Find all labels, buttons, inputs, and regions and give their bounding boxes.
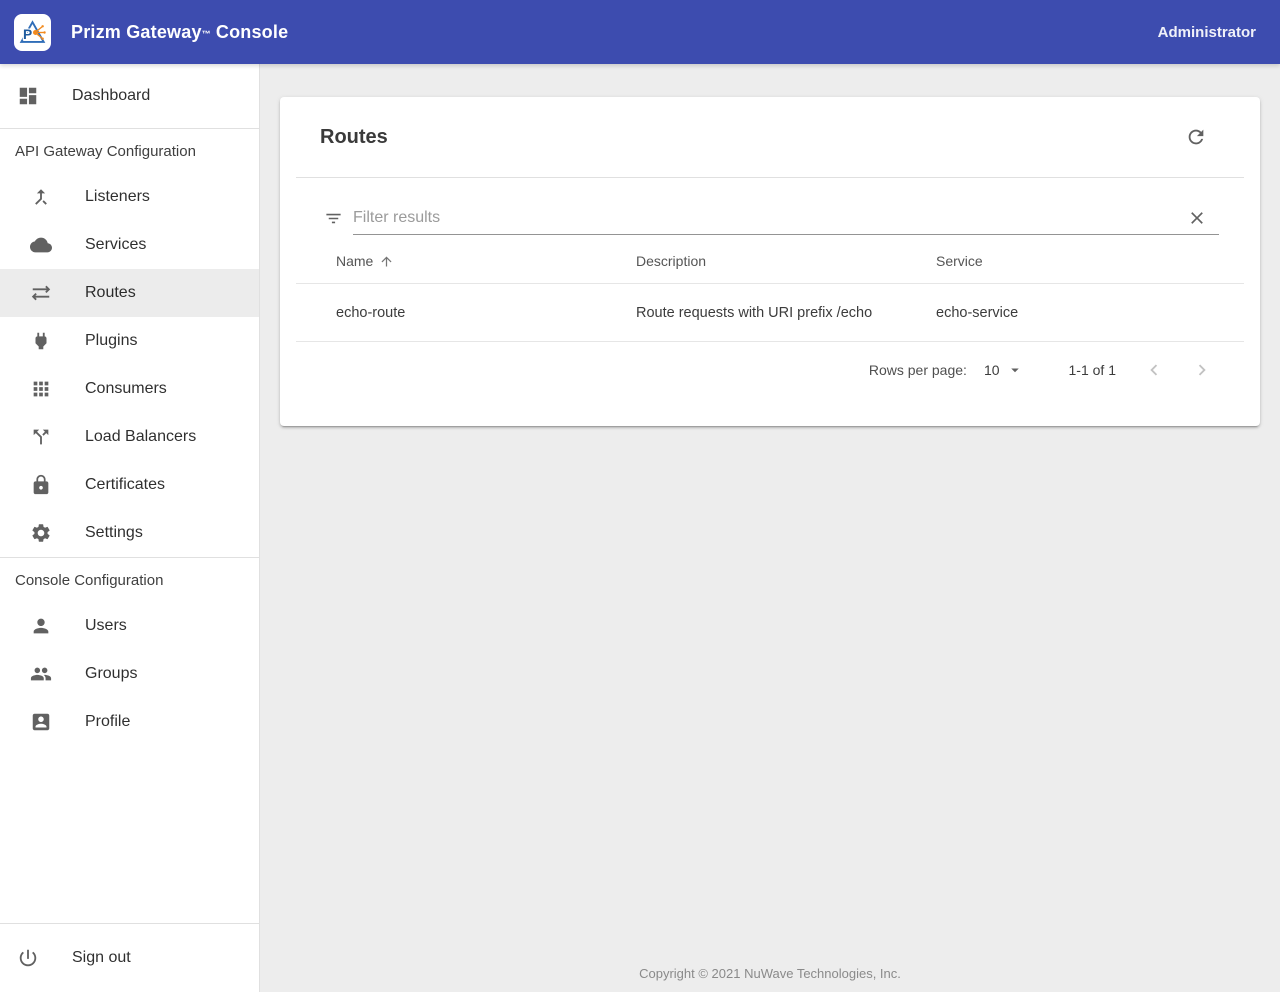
sidebar-item-label: Routes (85, 284, 136, 301)
column-header-name[interactable]: Name (336, 253, 394, 269)
svg-text:P: P (23, 26, 32, 41)
sidebar-item-label: Profile (85, 713, 131, 730)
rows-per-page-label: Rows per page: (868, 362, 967, 378)
route-service-cell: echo-service (936, 304, 1019, 321)
sidebar-item-listeners[interactable]: Listeners (0, 173, 259, 221)
sidebar-item-dashboard[interactable]: Dashboard (0, 72, 259, 120)
clear-filter-button[interactable] (1187, 208, 1207, 228)
call-split-icon (29, 425, 53, 449)
sidebar-item-label: Certificates (85, 476, 166, 493)
sign-out-label: Sign out (72, 949, 131, 966)
app-title: Prizm Gateway ™ Console (71, 22, 288, 43)
table-pagination: Rows per page: 10 1-1 of 1 (280, 342, 1260, 398)
sidebar-item-services[interactable]: Services (0, 221, 259, 269)
power-plug-icon (29, 329, 53, 353)
sidebar-item-routes[interactable]: Routes (0, 269, 259, 317)
section-header-api-gateway: API Gateway Configuration (15, 142, 196, 160)
sidebar-item-label: Groups (85, 665, 138, 682)
filter-field (353, 208, 1219, 235)
next-page-button[interactable] (1190, 358, 1214, 382)
call-merge-icon (29, 185, 53, 209)
cloud-icon (29, 233, 53, 257)
table-header-row: Name Description Service (296, 239, 1244, 284)
copyright-notice: Copyright © 2021 NuWave Technologies, In… (639, 966, 901, 981)
sidebar-item-plugins[interactable]: Plugins (0, 317, 259, 365)
dashboard-icon (16, 84, 40, 108)
people-icon (29, 662, 53, 686)
sidebar-item-label: Services (85, 236, 147, 253)
chevron-left-icon (1143, 359, 1165, 381)
sidebar-item-label: Consumers (85, 380, 167, 397)
dropdown-arrow-icon (1006, 361, 1024, 379)
main-content: Routes Filter results Name Description S… (260, 64, 1280, 992)
sidebar-item-certificates[interactable]: Certificates (0, 461, 259, 509)
app-title-suffix: Console (215, 21, 289, 42)
user-menu[interactable]: Administrator (1158, 24, 1256, 41)
person-icon (29, 614, 53, 638)
sort-arrow-up-icon (379, 254, 394, 269)
sidebar-item-consumers[interactable]: Consumers (0, 365, 259, 413)
trademark: ™ (201, 28, 211, 39)
lock-icon (29, 473, 53, 497)
section-header-console-config: Console Configuration (15, 571, 164, 589)
sidebar-item-settings[interactable]: Settings (0, 509, 259, 557)
apps-grid-icon (29, 377, 53, 401)
column-header-description[interactable]: Description (636, 253, 936, 269)
power-icon (16, 946, 40, 970)
account-box-icon (29, 710, 53, 734)
sidebar-item-users[interactable]: Users (0, 602, 259, 650)
table-row[interactable]: echo-route Route requests with URI prefi… (296, 284, 1244, 342)
sidebar-item-groups[interactable]: Groups (0, 650, 259, 698)
app-title-main: Prizm Gateway (71, 21, 202, 42)
swap-arrows-icon (29, 281, 53, 305)
routes-table: Name Description Service echo-route Rout… (296, 239, 1244, 342)
sidebar-item-load-balancers[interactable]: Load Balancers (0, 413, 259, 461)
routes-card: Routes Filter results Name Description S… (280, 97, 1260, 426)
refresh-icon (1185, 126, 1207, 148)
sidebar-item-profile[interactable]: Profile (0, 698, 259, 746)
sidebar-item-label: Plugins (85, 332, 138, 349)
sign-out-button[interactable]: Sign out (0, 934, 259, 982)
route-name-cell: echo-route (336, 304, 406, 321)
refresh-button[interactable] (1184, 125, 1208, 149)
prizm-logo-icon: P (14, 13, 51, 51)
gear-icon (29, 521, 53, 545)
previous-page-button[interactable] (1142, 358, 1166, 382)
app-bar: P Prizm Gateway ™ Console Administrator (0, 0, 1280, 64)
sidebar-item-label: Dashboard (72, 87, 151, 104)
page-title: Routes (320, 125, 388, 148)
column-header-service[interactable]: Service (936, 253, 1244, 269)
sidebar: Dashboard API Gateway Configuration List… (0, 64, 260, 992)
filter-icon (324, 209, 343, 233)
route-description-cell: Route requests with URI prefix /echo (636, 304, 873, 321)
chevron-right-icon (1191, 359, 1213, 381)
sidebar-item-label: Settings (85, 524, 143, 541)
filter-input[interactable] (353, 209, 1187, 227)
close-icon (1187, 208, 1207, 228)
sidebar-item-label: Listeners (85, 188, 150, 205)
rows-per-page-select[interactable]: 10 (984, 361, 1024, 379)
page-range: 1-1 of 1 (1068, 362, 1116, 378)
sidebar-item-label: Users (85, 617, 127, 634)
sidebar-item-label: Load Balancers (85, 428, 197, 445)
